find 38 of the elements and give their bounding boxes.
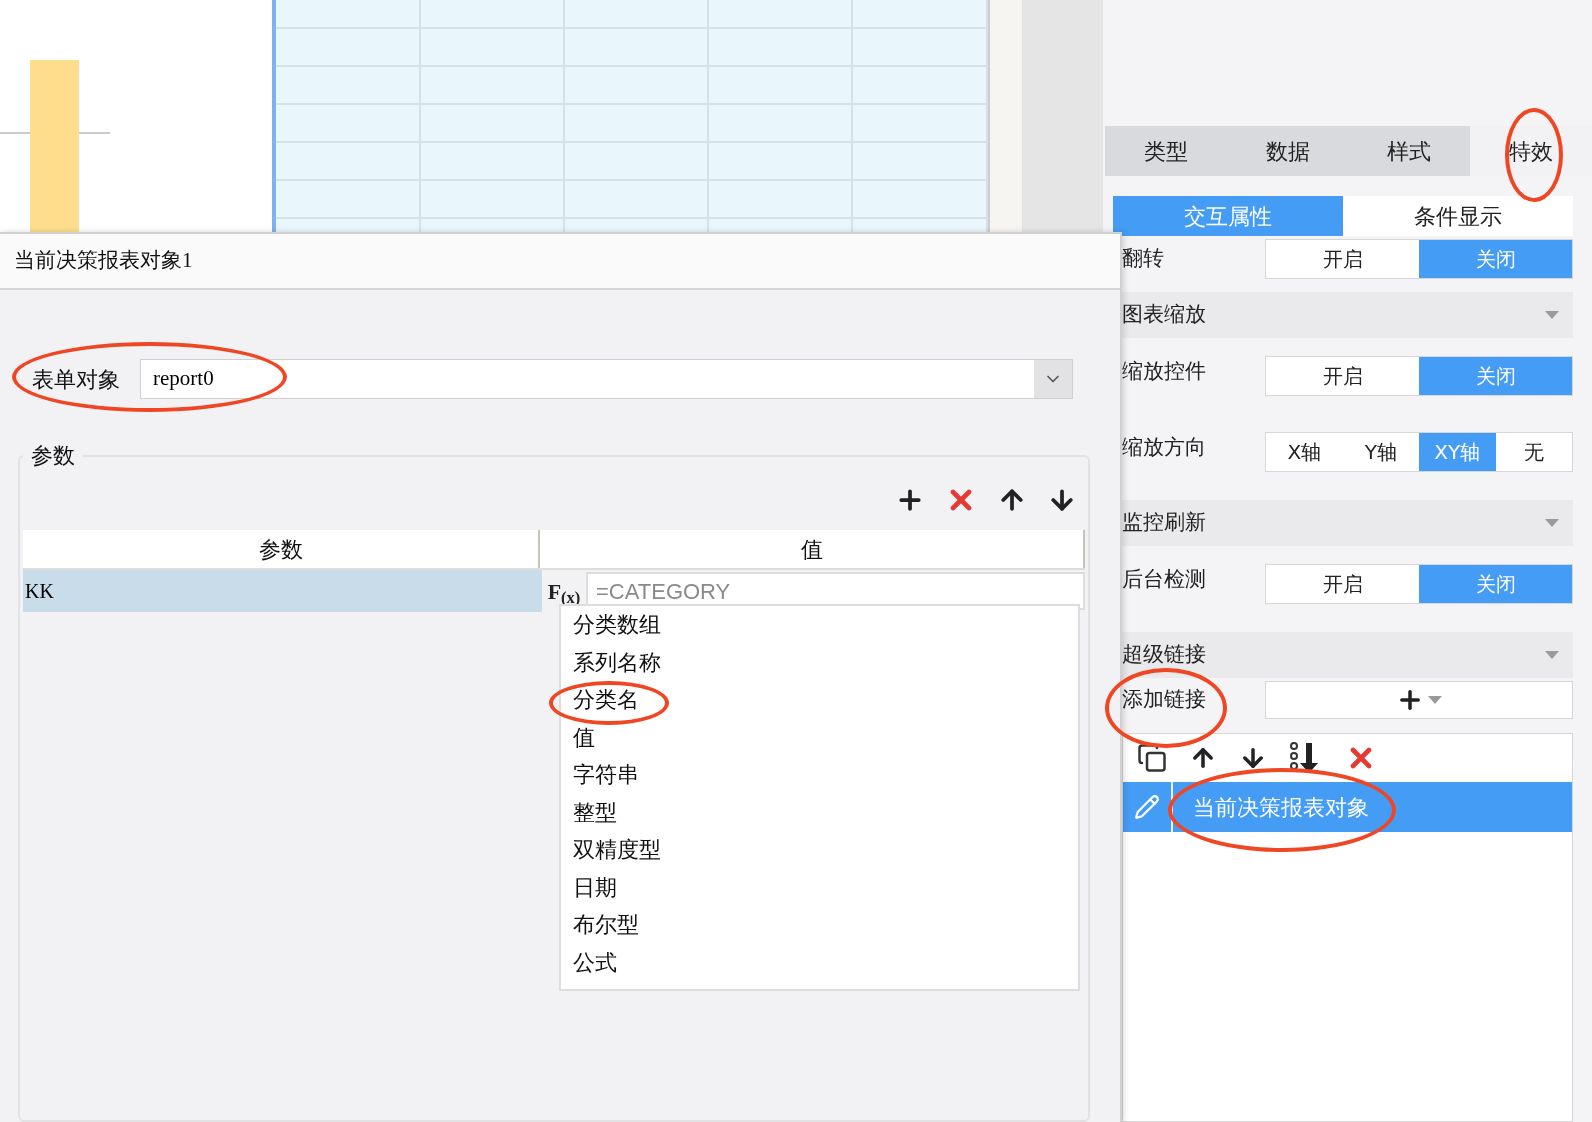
column-header: 参数 [23,530,540,568]
menu-item[interactable]: 值 [561,718,1078,756]
menu-item[interactable]: 分类名 [561,681,1078,719]
pencil-icon [1134,794,1160,820]
menu-item[interactable]: 整型 [561,793,1078,831]
menu-item[interactable]: 系列名称 [561,643,1078,681]
setting-label: 后台检测 [1122,566,1206,593]
setting-label: 添加链接 [1122,686,1206,714]
section-title: 超级链接 [1122,641,1206,669]
menu-item[interactable]: 日期 [561,868,1078,906]
tab[interactable]: 类型 [1105,126,1227,176]
form-object-combobox[interactable]: report0 [140,359,1073,399]
setting-label: 缩放方向 [1122,434,1206,461]
menu-item[interactable]: 字符串 [561,756,1078,794]
caret-icon [1545,651,1559,659]
params-legend: 参数 [23,439,83,472]
form-object-label: 表单对象 [32,365,121,394]
setting-label: 缩放控件 [1122,358,1206,385]
column-header: 值 [540,530,1085,568]
tab[interactable]: 样式 [1348,126,1471,176]
table-cell: KK [23,570,542,612]
caret-icon [1545,519,1559,527]
tab[interactable]: 数据 [1226,126,1349,176]
section-header[interactable]: 超级链接 [1122,632,1573,678]
menu-item[interactable]: 布尔型 [561,906,1078,944]
caret-icon [1428,696,1442,704]
dialog-title: 当前决策报表对象1 [14,247,193,275]
subtab[interactable]: 条件显示 [1343,196,1573,236]
link-label: 当前决策报表对象 [1192,793,1369,822]
section-title: 监控刷新 [1122,509,1206,537]
caret-icon [1545,311,1559,319]
menu-item[interactable]: 双精度型 [561,831,1078,869]
menu-item[interactable]: 公式 [561,943,1078,981]
copy-icon [1137,743,1167,773]
section-title: 图表缩放 [1122,301,1206,329]
section-header[interactable]: 监控刷新 [1122,500,1573,546]
section-header[interactable]: 图表缩放 [1122,292,1573,338]
setting-label: 翻转 [1122,245,1164,273]
